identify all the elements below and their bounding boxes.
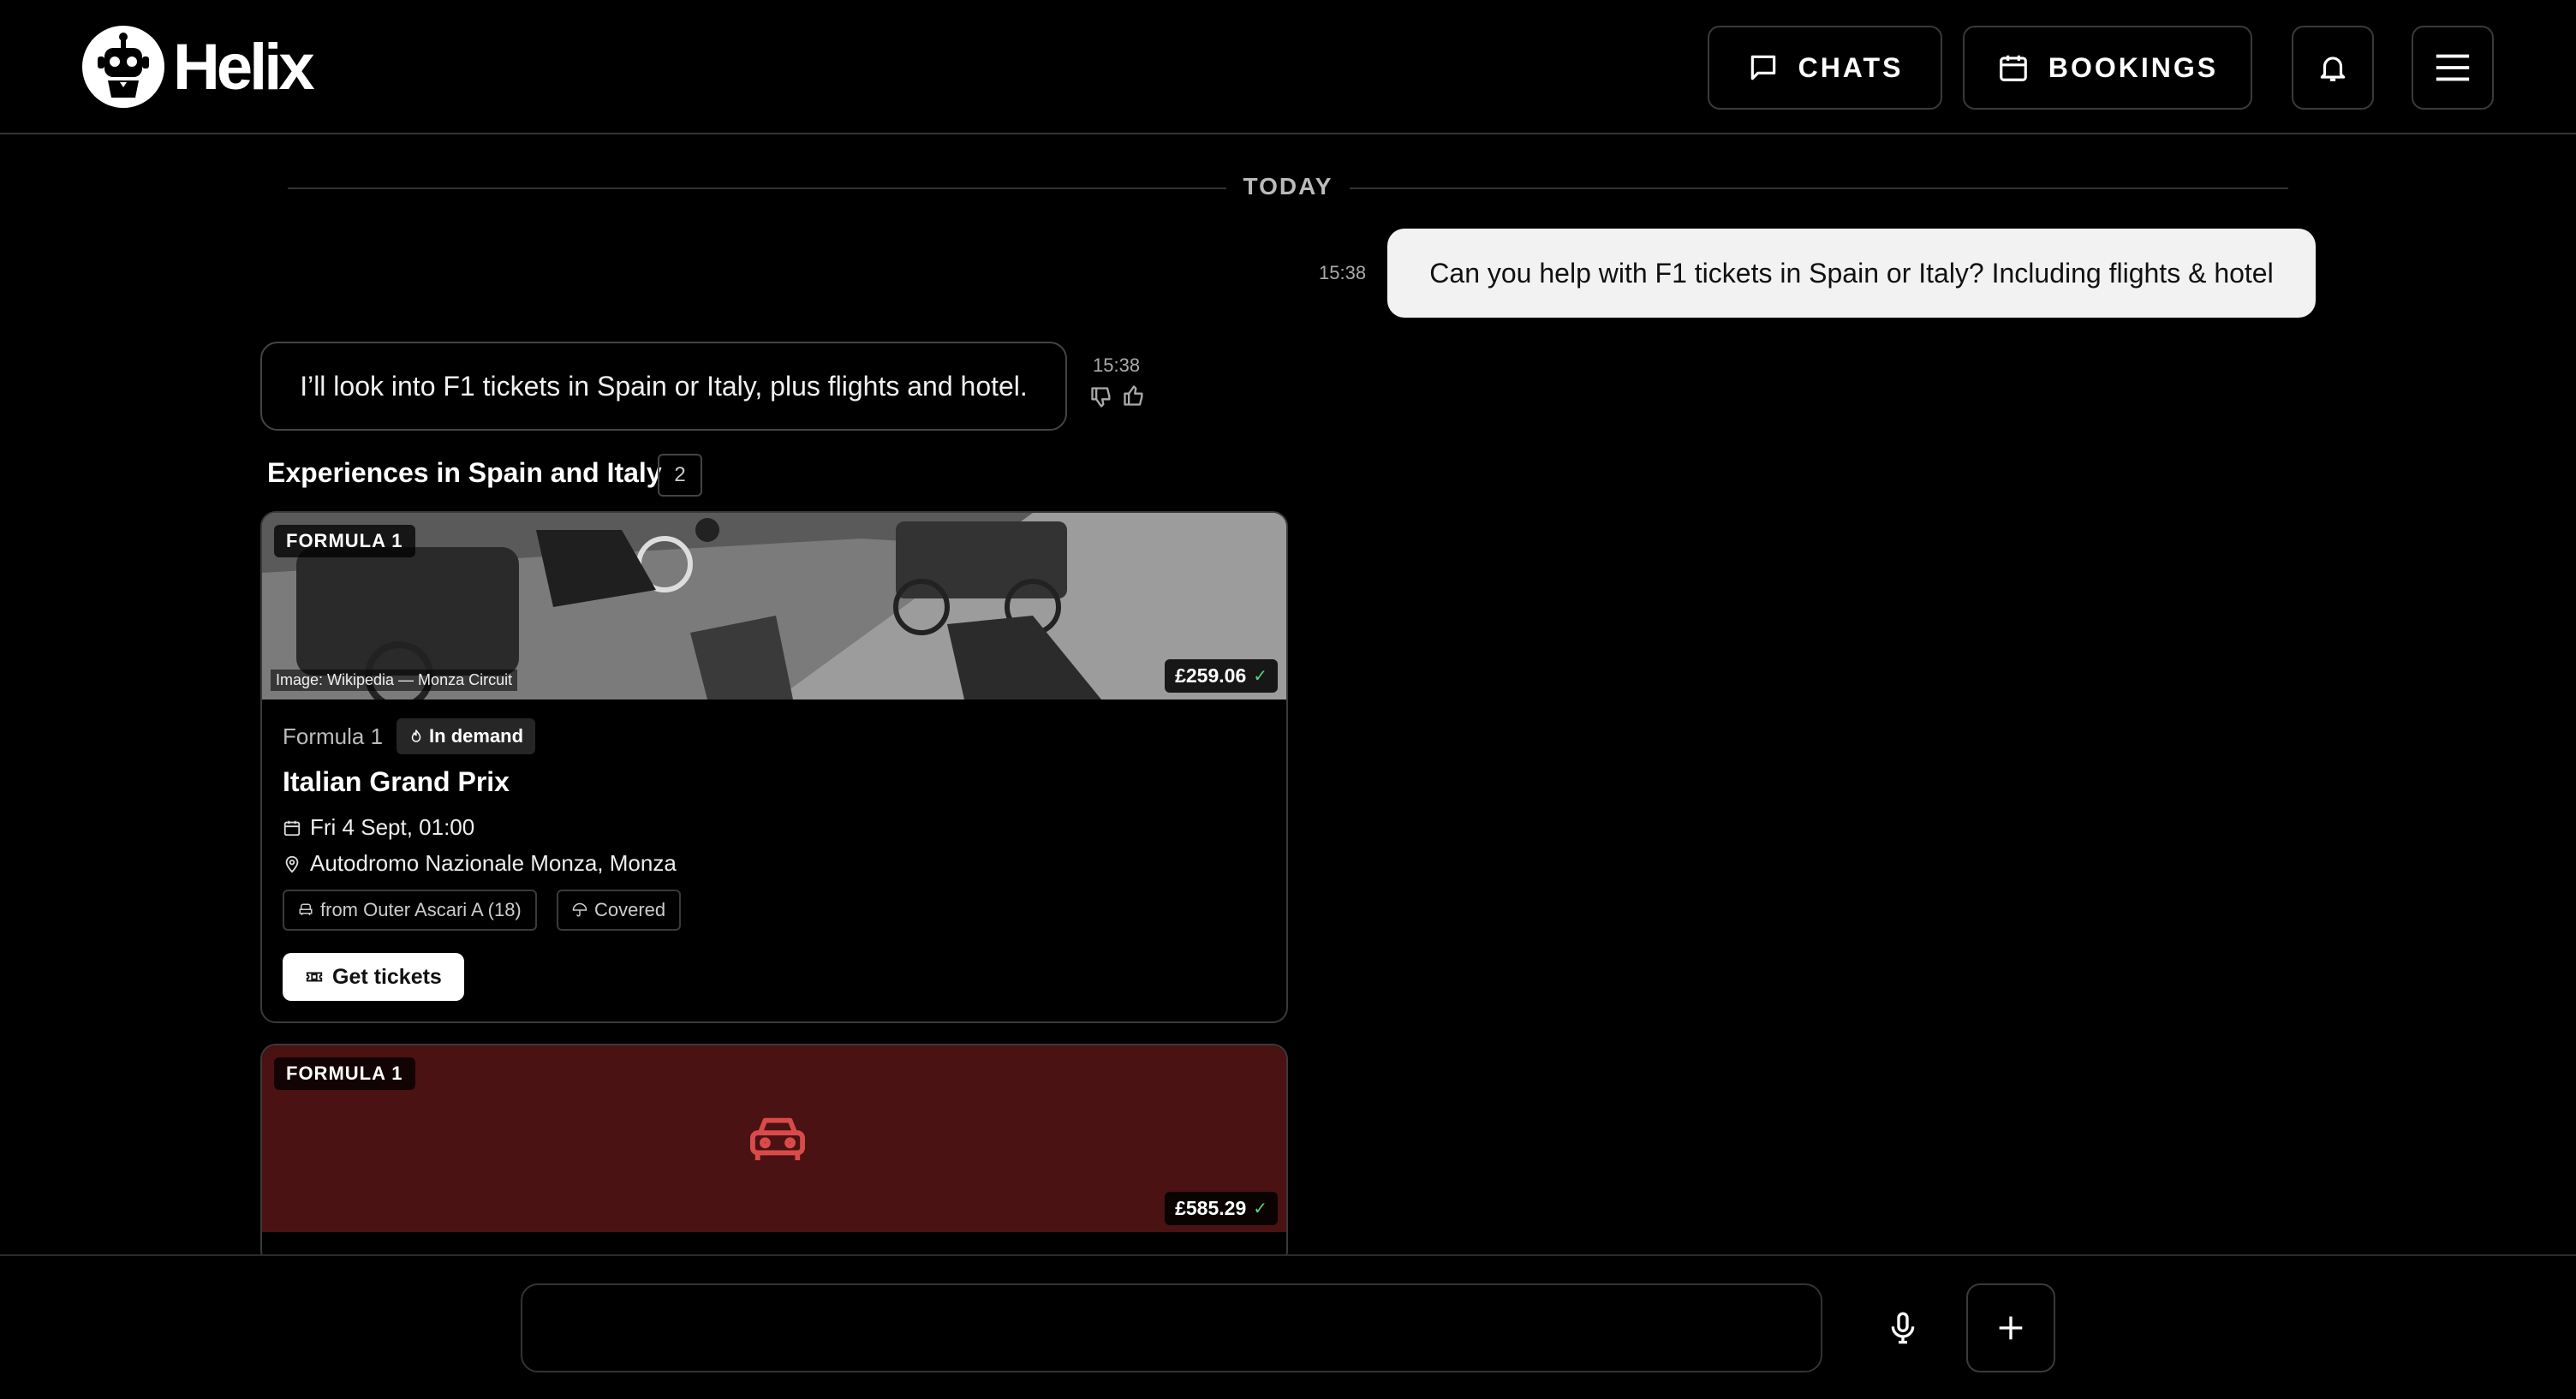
category-row: Formula 1 In demand	[283, 718, 536, 754]
brand-logo[interactable]: Helix	[82, 26, 315, 108]
price-value: £585.29	[1175, 1197, 1247, 1219]
price-badge: £259.06 ✓	[1165, 659, 1278, 693]
location-pin-icon	[285, 855, 299, 872]
category-tag: FORMULA 1	[274, 1057, 415, 1090]
robot-logo-icon	[82, 26, 164, 108]
event-title[interactable]: Italian Grand Prix	[283, 766, 510, 798]
hamburger-menu-icon	[2436, 54, 2470, 81]
divider-line-right	[1350, 188, 2288, 189]
car-icon	[750, 1117, 805, 1161]
seat-icon	[299, 903, 313, 915]
covered-chip: Covered	[557, 890, 682, 931]
chats-button[interactable]: CHATS	[1708, 26, 1942, 110]
results-title: Experiences in Spain and Italy	[267, 457, 662, 488]
in-demand-label: In demand	[429, 725, 524, 747]
notifications-button[interactable]	[2292, 26, 2374, 110]
event-date: Fri 4 Sept, 01:00	[283, 814, 474, 841]
composer-bar	[0, 1254, 2576, 1399]
get-tickets-button[interactable]: Get tickets	[283, 953, 464, 1001]
experience-card[interactable]: FORMULA 1 Image: Wikipedia — Monza Circu…	[260, 511, 1288, 1023]
bell-icon	[2320, 57, 2346, 81]
user-message: Can you help with F1 tickets in Spain or…	[1387, 229, 2316, 318]
category-tag: FORMULA 1	[274, 525, 415, 557]
bookings-label: BOOKINGS	[2048, 51, 2219, 83]
menu-button[interactable]	[2412, 26, 2494, 110]
add-button[interactable]	[1966, 1283, 2055, 1372]
flame-icon	[411, 729, 421, 742]
message-input[interactable]	[521, 1283, 1822, 1372]
ticket-icon	[306, 972, 323, 982]
results-count-badge: 2	[658, 454, 702, 497]
divider-line-left	[288, 188, 1226, 189]
experience-card[interactable]: FORMULA 1 £585.29 ✓	[260, 1044, 1288, 1266]
event-date-text: Fri 4 Sept, 01:00	[310, 814, 475, 840]
covered-chip-label: Covered	[594, 899, 666, 920]
calendar-icon	[2000, 55, 2027, 81]
seat-chip: from Outer Ascari A (18)	[283, 890, 537, 931]
image-credit: Image: Wikipedia — Monza Circuit	[271, 670, 518, 691]
user-message-time: 15:38	[1319, 262, 1367, 283]
event-venue-text: Autodromo Nazionale Monza, Monza	[310, 850, 677, 876]
category-label: Formula 1	[283, 723, 384, 749]
thumbs-up-icon[interactable]	[1122, 384, 1146, 408]
top-bar: Helix CHATS BOOKINGS	[0, 0, 2576, 134]
umbrella-icon	[572, 902, 587, 917]
in-demand-badge: In demand	[397, 718, 536, 754]
event-venue: Autodromo Nazionale Monza, Monza	[283, 850, 677, 877]
check-icon: ✓	[1253, 667, 1267, 686]
chats-label: CHATS	[1798, 51, 1904, 83]
event-image: FORMULA 1 Image: Wikipedia — Monza Circu…	[262, 513, 1286, 700]
assistant-message: I’ll look into F1 tickets in Spain or It…	[260, 342, 1067, 431]
brand-name: Helix	[173, 30, 315, 104]
seat-chip-label: from Outer Ascari A (18)	[320, 899, 522, 920]
microphone-button[interactable]	[1867, 1292, 1939, 1364]
check-icon: ✓	[1253, 1200, 1267, 1218]
date-divider: TODAY	[1243, 173, 1333, 199]
get-tickets-label: Get tickets	[332, 964, 442, 989]
price-badge: £585.29 ✓	[1165, 1192, 1278, 1225]
plus-icon	[1999, 1316, 2023, 1340]
chat-bubble-icon	[1750, 55, 1775, 80]
price-value: £259.06	[1175, 664, 1247, 687]
assistant-message-time: 15:38	[1093, 354, 1141, 376]
event-image-placeholder: FORMULA 1 £585.29 ✓	[262, 1045, 1286, 1232]
microphone-icon	[1891, 1312, 1915, 1344]
thumbs-down-icon[interactable]	[1089, 385, 1113, 409]
bookings-button[interactable]: BOOKINGS	[1963, 26, 2252, 110]
calendar-icon	[283, 820, 301, 836]
